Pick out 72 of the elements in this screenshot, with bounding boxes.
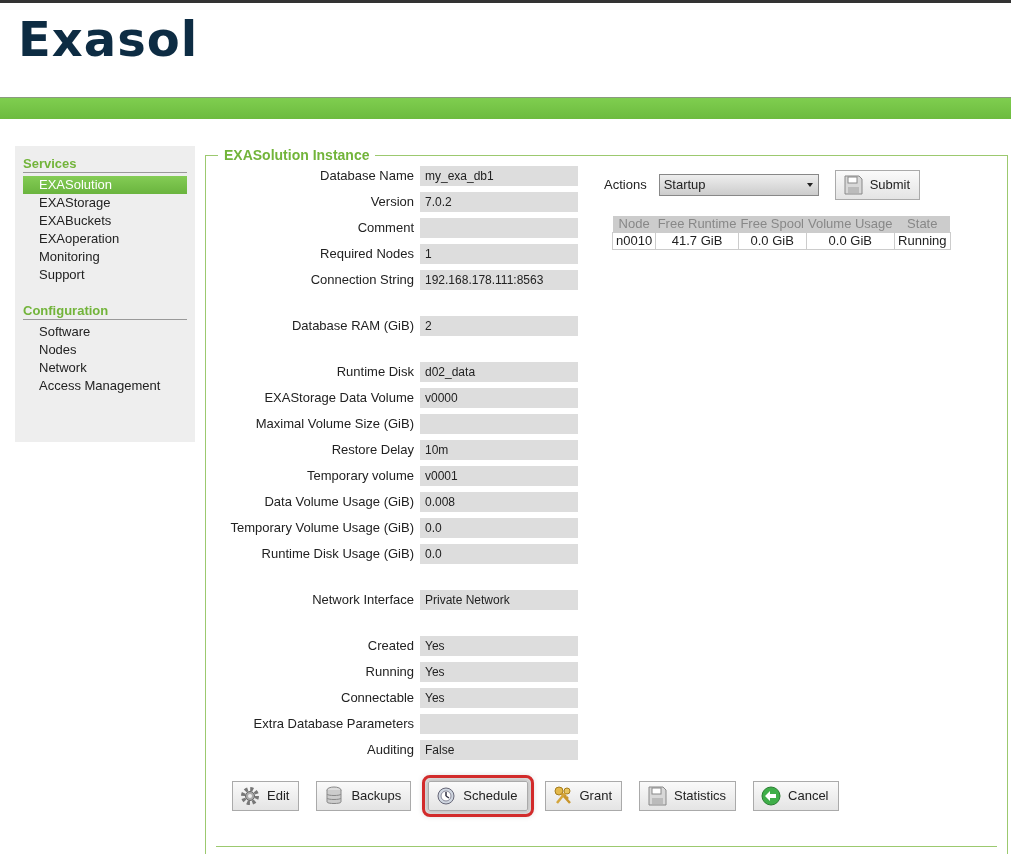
field-label: Running xyxy=(364,663,415,682)
actions-label: Actions xyxy=(604,176,647,195)
sidebar-heading: Services xyxy=(23,156,187,173)
value-field[interactable]: Private Network xyxy=(420,590,578,610)
field-label: Created xyxy=(366,637,415,656)
value-field[interactable]: 0.008 xyxy=(420,492,578,512)
value-field[interactable]: d02_data xyxy=(420,362,578,382)
value-field[interactable] xyxy=(420,414,578,434)
sidebar-item[interactable]: EXAoperation xyxy=(23,230,187,248)
sidebar-item[interactable]: Support xyxy=(23,266,187,284)
field-label: Database Name xyxy=(319,167,415,186)
value-field[interactable]: my_exa_db1 xyxy=(420,166,578,186)
value-field[interactable]: 1 xyxy=(420,244,578,264)
field-label: Network Interface xyxy=(311,591,415,610)
value-field[interactable]: 2 xyxy=(420,316,578,336)
field-label: Auditing xyxy=(366,741,415,760)
sidebar-item[interactable]: Nodes xyxy=(23,341,187,359)
sidebar-item[interactable]: EXABuckets xyxy=(23,212,187,230)
field-label: Connection String xyxy=(309,271,415,290)
field-label: Data Volume Usage (GiB) xyxy=(263,493,415,512)
column-header: Node xyxy=(612,216,656,233)
field-label: Version xyxy=(369,193,415,212)
sidebar-item[interactable]: Monitoring xyxy=(23,248,187,266)
value-field[interactable]: v0000 xyxy=(420,388,578,408)
actions-dropdown[interactable]: Startup xyxy=(658,174,819,196)
value-field[interactable]: 0.0 xyxy=(420,518,578,538)
action-button[interactable]: Statistics xyxy=(639,781,737,811)
action-button[interactable]: Grant xyxy=(544,781,622,811)
table-cell: 41.7 GiB xyxy=(655,232,739,250)
value-field[interactable]: 0.0 xyxy=(420,544,578,564)
value-field[interactable] xyxy=(420,218,578,238)
field-label: Temporary Volume Usage (GiB) xyxy=(229,519,415,538)
value-field[interactable]: Yes xyxy=(420,662,578,682)
column-header: State xyxy=(894,216,950,233)
column-header: Volume Usage xyxy=(806,216,895,233)
sidebar-item[interactable]: Network xyxy=(23,359,187,377)
field-label: Runtime Disk xyxy=(335,363,415,382)
field-label: Maximal Volume Size (GiB) xyxy=(254,415,415,434)
field-label: Required Nodes xyxy=(319,245,415,264)
exasol-logo: Exasol xyxy=(18,15,199,63)
field-label: Extra Database Parameters xyxy=(252,715,415,734)
field-label: Runtime Disk Usage (GiB) xyxy=(260,545,415,564)
value-field[interactable]: 10m xyxy=(420,440,578,460)
value-field[interactable] xyxy=(420,714,578,734)
value-field[interactable]: v0001 xyxy=(420,466,578,486)
sidebar-item[interactable]: Access Management xyxy=(23,377,187,395)
table-cell: Running xyxy=(894,232,950,250)
value-field[interactable]: Yes xyxy=(420,688,578,708)
action-button[interactable]: Edit xyxy=(232,781,300,811)
table-cell: 0.0 GiB xyxy=(806,232,895,250)
field-label: Temporary volume xyxy=(306,467,415,486)
value-field[interactable]: Yes xyxy=(420,636,578,656)
field-label: Restore Delay xyxy=(330,441,415,460)
sidebar-item[interactable]: EXAStorage xyxy=(23,194,187,212)
table-cell: n0010 xyxy=(612,232,656,250)
value-field[interactable]: 192.168.178.111:8563 xyxy=(420,270,578,290)
submit-button[interactable]: Submit xyxy=(834,170,921,200)
field-label: Comment xyxy=(356,219,415,238)
sidebar-item[interactable]: Software xyxy=(23,323,187,341)
sidebar-heading: Configuration xyxy=(23,303,187,320)
value-field[interactable]: 7.0.2 xyxy=(420,192,578,212)
table-cell: 0.0 GiB xyxy=(738,232,806,250)
field-label: Database RAM (GiB) xyxy=(290,317,415,336)
column-header: Free Runtime xyxy=(655,216,739,233)
action-button[interactable]: Cancel xyxy=(753,781,839,811)
field-label: Connectable xyxy=(340,689,415,708)
action-button[interactable]: Backups xyxy=(316,781,412,811)
gear-icon xyxy=(239,785,261,807)
clock-icon xyxy=(435,785,458,807)
field-label: EXAStorage Data Volume xyxy=(263,389,415,408)
value-field[interactable]: False xyxy=(420,740,578,760)
column-header: Free Spool xyxy=(738,216,806,233)
